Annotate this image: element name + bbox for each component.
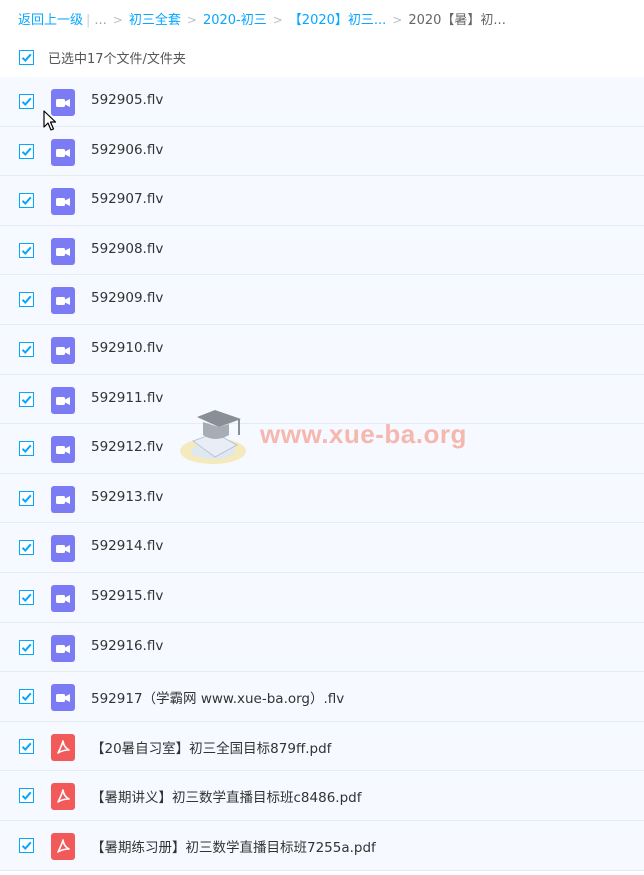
selection-count-label: 已选中17个文件/文件夹: [48, 52, 186, 67]
file-row[interactable]: 592913.flv: [0, 473, 644, 524]
video-file-icon: [51, 535, 75, 563]
file-checkbox[interactable]: [19, 94, 34, 109]
breadcrumb: 返回上一级 |... > 初三全套 >2020-初三 > 【2020】初三... >2020【…: [18, 10, 638, 30]
pdf-file-icon: [51, 733, 75, 761]
file-checkbox[interactable]: [19, 639, 34, 655]
file-checkbox[interactable]: [19, 242, 34, 258]
breadcrumb-item[interactable]: 初三全套: [129, 13, 181, 28]
file-row[interactable]: 【暑期讲义】初三数学直播目标班c8486.pdf: [0, 771, 644, 821]
breadcrumb-item[interactable]: 2020-初三: [203, 13, 267, 28]
breadcrumb-ellipsis[interactable]: ...: [94, 13, 106, 28]
video-file-icon: [51, 634, 75, 662]
chevron-right-icon: >: [272, 13, 283, 27]
file-name[interactable]: 【20暑自习室】初三全国目标879ff.pdf: [91, 737, 331, 757]
video-file-icon: [51, 386, 75, 414]
file-row[interactable]: 592914.flv: [0, 523, 644, 573]
video-file-icon: [51, 436, 75, 464]
file-row[interactable]: 592909.flv: [0, 275, 644, 325]
mouse-cursor-icon: [43, 110, 57, 131]
file-row[interactable]: 【暑期练习册】初三数学直播目标班7255a.pdf: [0, 820, 644, 871]
file-row[interactable]: 592906.flv: [0, 126, 644, 177]
file-row[interactable]: 592917（学霸网 www.xue-ba.org）.flv: [0, 672, 644, 722]
file-row[interactable]: 592910.flv: [0, 324, 644, 375]
file-name[interactable]: 592917（学霸网 www.xue-ba.org）.flv: [91, 687, 344, 707]
video-file-icon: [51, 138, 75, 166]
file-checkbox[interactable]: [19, 341, 34, 357]
video-file-icon: [51, 336, 75, 364]
breadcrumb-current: 2020【暑】初...: [408, 13, 506, 28]
file-name[interactable]: 592905.flv: [91, 92, 163, 108]
file-name[interactable]: 592916.flv: [91, 638, 163, 654]
file-checkbox[interactable]: [19, 391, 34, 407]
file-row[interactable]: 【20暑自习室】初三全国目标879ff.pdf: [0, 721, 644, 772]
select-all-checkbox[interactable]: [19, 50, 34, 65]
file-name[interactable]: 【暑期讲义】初三数学直播目标班c8486.pdf: [91, 786, 361, 806]
pdf-file-icon: [51, 783, 75, 811]
file-name[interactable]: 592906.flv: [91, 142, 163, 158]
chevron-right-icon: >: [186, 13, 197, 27]
file-checkbox[interactable]: [19, 143, 34, 159]
file-checkbox[interactable]: [19, 689, 34, 705]
file-name[interactable]: 592910.flv: [91, 340, 163, 356]
file-checkbox[interactable]: [19, 738, 34, 754]
select-all-bar: 已选中17个文件/文件夹: [0, 44, 644, 70]
video-file-icon: [51, 237, 75, 265]
video-file-icon: [51, 188, 75, 216]
file-name[interactable]: 【暑期练习册】初三数学直播目标班7255a.pdf: [91, 836, 376, 856]
file-name[interactable]: 592915.flv: [91, 588, 163, 604]
video-file-icon: [51, 287, 75, 315]
chevron-right-icon: >: [112, 13, 123, 27]
file-checkbox[interactable]: [19, 490, 34, 506]
breadcrumb-item[interactable]: 【2020】初三...: [289, 13, 386, 28]
pdf-file-icon: [51, 832, 75, 860]
file-name[interactable]: 592907.flv: [91, 191, 163, 207]
file-row[interactable]: 592911.flv: [0, 374, 644, 425]
file-name[interactable]: 592914.flv: [91, 538, 163, 554]
chevron-right-icon: >: [392, 13, 403, 27]
video-file-icon: [51, 485, 75, 513]
file-list: 592905.flv 592906.flv 592907.flv 592908.flv…: [0, 77, 644, 871]
file-checkbox[interactable]: [19, 193, 34, 209]
breadcrumb-divider: |: [86, 13, 91, 28]
file-checkbox[interactable]: [19, 837, 34, 853]
file-row[interactable]: 592908.flv: [0, 225, 644, 276]
file-name[interactable]: 592911.flv: [91, 390, 163, 406]
file-row[interactable]: 592916.flv: [0, 622, 644, 673]
file-name[interactable]: 592913.flv: [91, 489, 163, 505]
file-checkbox[interactable]: [19, 441, 34, 457]
video-file-icon: [51, 584, 75, 612]
file-name[interactable]: 592908.flv: [91, 241, 163, 257]
file-name[interactable]: 592912.flv: [91, 439, 163, 455]
file-checkbox[interactable]: [19, 292, 34, 308]
file-checkbox[interactable]: [19, 540, 34, 556]
file-name[interactable]: 592909.flv: [91, 290, 163, 306]
file-row[interactable]: 592912.flv: [0, 424, 644, 474]
breadcrumb-back-link[interactable]: 返回上一级: [18, 13, 83, 28]
file-checkbox[interactable]: [19, 589, 34, 605]
video-file-icon: [51, 684, 75, 712]
file-row[interactable]: 592915.flv: [0, 572, 644, 623]
file-row[interactable]: 592905.flv: [0, 77, 644, 127]
file-checkbox[interactable]: [19, 788, 34, 804]
file-row[interactable]: 592907.flv: [0, 176, 644, 226]
